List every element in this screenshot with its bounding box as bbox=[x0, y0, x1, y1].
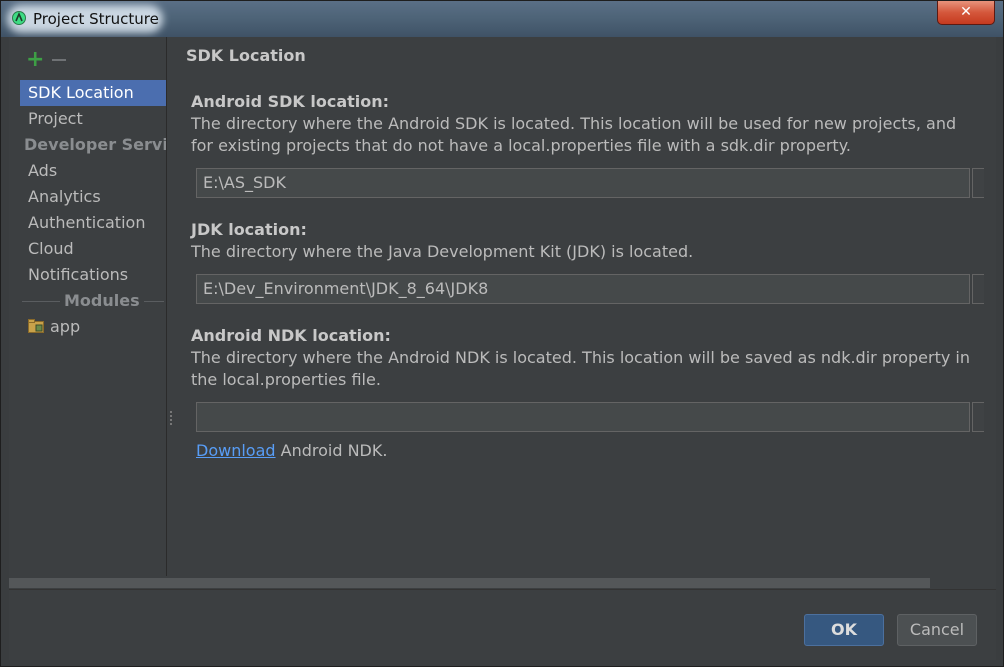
remove-icon[interactable] bbox=[50, 51, 68, 69]
jdk-field[interactable]: E:\Dev_Environment\JDK_8_64\JDK8 bbox=[196, 274, 970, 304]
sidebar-item-authentication[interactable]: Authentication bbox=[20, 210, 166, 236]
sidebar-item-notifications[interactable]: Notifications bbox=[20, 262, 166, 288]
ok-button[interactable]: OK bbox=[804, 614, 884, 646]
module-folder-icon bbox=[28, 318, 44, 333]
android-ndk-label: Android NDK location: bbox=[191, 326, 391, 345]
modules-header: Modules bbox=[20, 288, 166, 314]
sidebar-item-ads[interactable]: Ads bbox=[20, 158, 166, 184]
bottom-divider bbox=[9, 589, 996, 590]
jdk-browse-button[interactable] bbox=[972, 274, 984, 304]
download-link[interactable]: Download bbox=[196, 441, 276, 460]
horizontal-scrollbar[interactable] bbox=[9, 576, 996, 590]
splitter[interactable] bbox=[166, 37, 167, 578]
download-ndk-row: Download Android NDK. bbox=[196, 441, 387, 460]
android-sdk-field[interactable]: E:\AS_SDK bbox=[196, 168, 970, 198]
sidebar: + SDK Location Project Developer Service… bbox=[20, 37, 166, 578]
android-sdk-browse-button[interactable] bbox=[972, 168, 984, 198]
android-sdk-label: Android SDK location: bbox=[191, 92, 390, 111]
sidebar-item-analytics[interactable]: Analytics bbox=[20, 184, 166, 210]
sidebar-item-cloud[interactable]: Cloud bbox=[20, 236, 166, 262]
android-ndk-description: The directory where the Android NDK is l… bbox=[191, 348, 970, 389]
download-suffix: Android NDK. bbox=[275, 441, 388, 460]
jdk-label: JDK location: bbox=[191, 220, 307, 239]
add-icon[interactable]: + bbox=[26, 49, 44, 71]
panel-title: SDK Location bbox=[186, 46, 306, 65]
window-title: Project Structure bbox=[33, 10, 159, 28]
modules-header-label: Modules bbox=[60, 288, 144, 314]
android-studio-icon bbox=[12, 11, 26, 25]
android-ndk-browse-button[interactable] bbox=[972, 402, 984, 432]
android-ndk-field[interactable] bbox=[196, 402, 970, 432]
module-label: app bbox=[50, 317, 81, 336]
cancel-button[interactable]: Cancel bbox=[897, 614, 977, 646]
sidebar-item-project[interactable]: Project bbox=[20, 106, 166, 132]
dialog-content: + SDK Location Project Developer Service… bbox=[9, 37, 996, 660]
splitter-grip[interactable] bbox=[169, 409, 173, 427]
jdk-description: The directory where the Java Development… bbox=[191, 242, 694, 261]
horizontal-scrollbar-thumb[interactable] bbox=[9, 578, 930, 588]
developer-services-header: Developer Services bbox=[24, 135, 166, 154]
project-structure-dialog: Project Structure ✕ + SDK Location Proje… bbox=[0, 0, 1004, 667]
sidebar-item-app[interactable]: app bbox=[20, 314, 166, 340]
android-sdk-description: The directory where the Android SDK is l… bbox=[191, 114, 957, 155]
sidebar-nav: SDK Location Project Developer Services … bbox=[20, 80, 166, 340]
title-bar[interactable]: Project Structure ✕ bbox=[1, 1, 1003, 37]
close-button[interactable]: ✕ bbox=[937, 1, 995, 25]
sidebar-item-sdk-location[interactable]: SDK Location bbox=[20, 80, 166, 106]
sdk-location-panel: SDK Location Android SDK location: The d… bbox=[186, 37, 986, 578]
